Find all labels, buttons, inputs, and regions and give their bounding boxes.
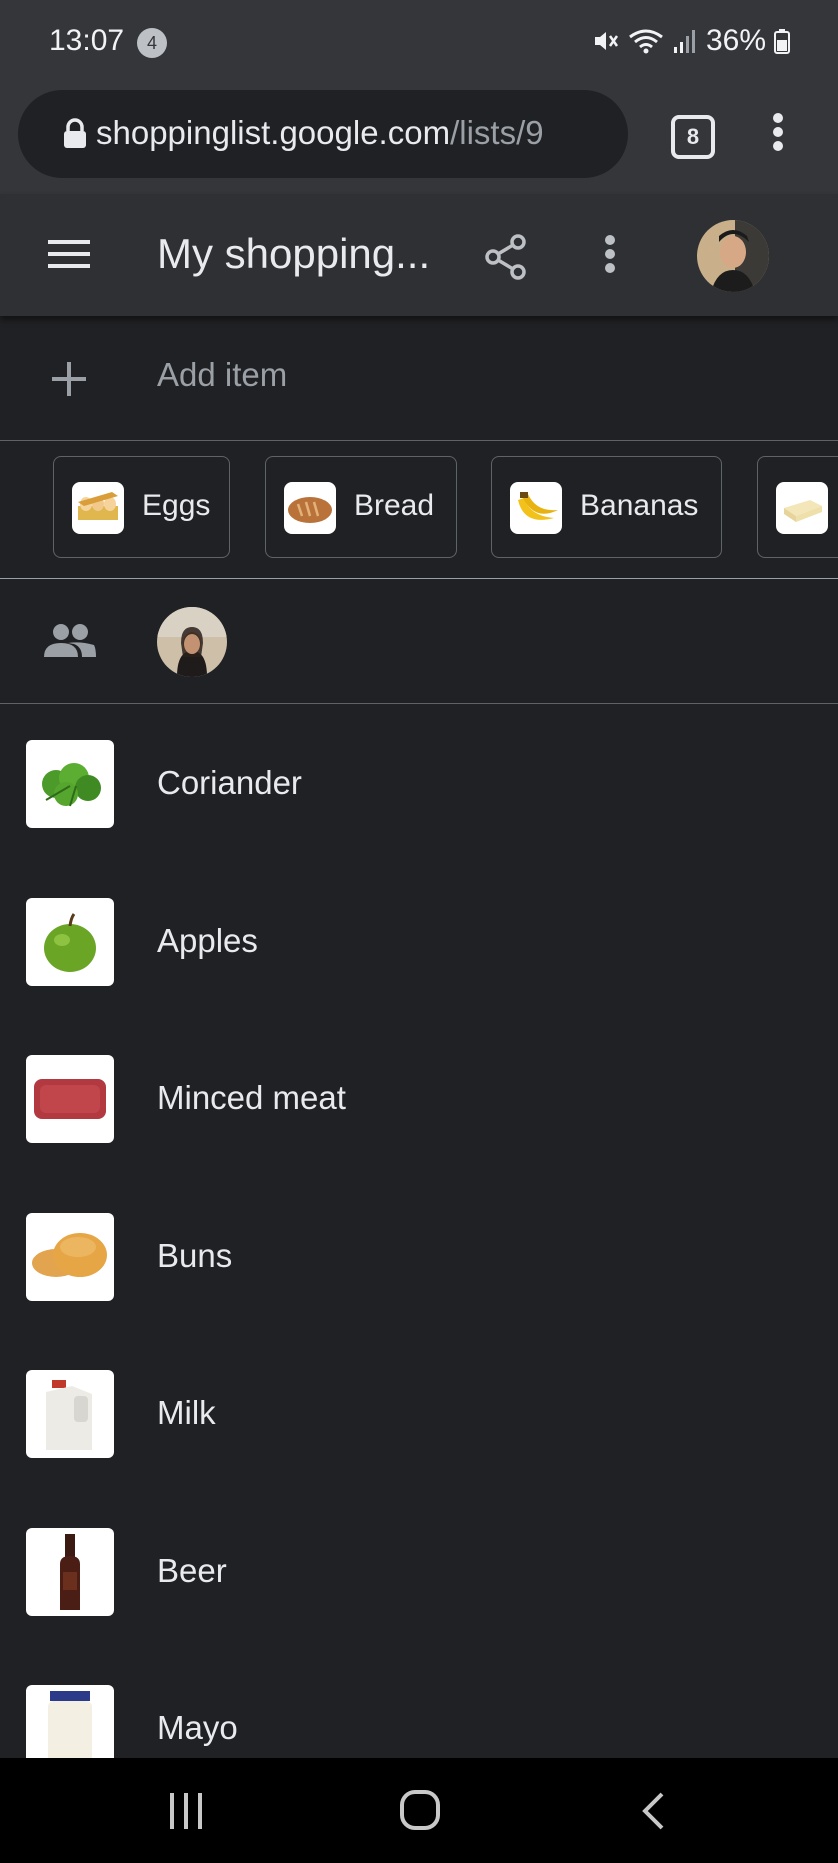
back-icon[interactable] (640, 1791, 666, 1831)
share-icon[interactable] (484, 234, 528, 280)
beer-image (26, 1527, 114, 1616)
account-avatar[interactable] (697, 220, 769, 292)
minced-meat-image (26, 1055, 114, 1143)
mute-icon (594, 32, 618, 50)
collaborator-avatar[interactable] (157, 607, 227, 677)
suggestion-chip-bananas[interactable]: Bananas (491, 456, 722, 558)
list-item[interactable]: Buns (0, 1177, 838, 1335)
status-bar: 13:07 4 36% (0, 0, 838, 86)
list-title: My shopping... (157, 230, 431, 277)
url-text[interactable]: shoppinglist.google.com/lists/9 (96, 114, 606, 152)
item-label: Buns (157, 1236, 233, 1274)
list-item[interactable]: Milk (0, 1334, 838, 1492)
item-label: Coriander (157, 764, 302, 801)
recent-apps-icon[interactable] (166, 1791, 206, 1831)
shopping-list: Coriander Apples Minced meat Buns Milk B… (0, 704, 838, 1758)
suggestion-chips: Eggs Bread Bananas (0, 441, 838, 579)
lock-icon (64, 118, 86, 148)
list-item[interactable]: Beer (0, 1492, 838, 1650)
status-time: 13:07 (49, 24, 125, 57)
butter-icon (776, 482, 828, 534)
app-bar: My shopping... (0, 194, 838, 316)
bread-icon (284, 482, 336, 534)
list-item[interactable]: Coriander (0, 704, 838, 862)
add-item-row[interactable]: Add item (0, 316, 838, 441)
address-bar[interactable]: shoppinglist.google.com/lists/9 (18, 90, 628, 178)
people-icon (44, 624, 96, 657)
tab-switcher-button[interactable]: 8 (671, 115, 715, 159)
home-icon[interactable] (399, 1789, 441, 1831)
mayo-image (26, 1685, 114, 1758)
notification-count-badge: 4 (137, 28, 167, 58)
battery-percent: 36% (705, 24, 766, 57)
url-path: /lists/9 (450, 114, 544, 151)
battery-icon (774, 29, 790, 54)
suggestion-label: Bananas (580, 489, 699, 522)
list-item[interactable]: Mayo (0, 1649, 838, 1758)
item-label: Milk (157, 1394, 216, 1431)
eggs-icon (72, 482, 124, 534)
bananas-icon (510, 482, 562, 534)
system-nav-bar (0, 1758, 838, 1863)
list-item[interactable]: Minced meat (0, 1019, 838, 1177)
suggestion-chip-eggs[interactable]: Eggs (53, 456, 230, 558)
item-label: Apples (157, 921, 258, 959)
item-label: Mayo (157, 1709, 238, 1746)
suggestion-chip-bread[interactable]: Bread (265, 456, 457, 558)
collaborators-row[interactable] (0, 579, 838, 704)
url-host: shoppinglist.google.com (96, 114, 451, 151)
status-icons: 36% (592, 24, 790, 58)
suggestion-label: Bread (354, 489, 435, 522)
list-item[interactable]: Apples (0, 862, 838, 1020)
milk-image (26, 1370, 114, 1458)
list-options-icon[interactable] (604, 234, 616, 274)
browser-menu-icon[interactable] (772, 112, 784, 152)
buns-image (26, 1212, 114, 1301)
add-item-input[interactable]: Add item (157, 356, 287, 394)
suggestion-label: Eggs (142, 489, 211, 522)
plus-icon (52, 362, 86, 396)
item-label: Minced meat (157, 1079, 346, 1116)
apple-image (26, 897, 114, 986)
item-label: Beer (157, 1551, 227, 1589)
coriander-image (26, 740, 114, 828)
browser-toolbar: shoppinglist.google.com/lists/9 8 (0, 86, 838, 194)
signal-icon (673, 30, 695, 53)
wifi-icon (629, 29, 663, 54)
hamburger-menu-icon[interactable] (48, 238, 92, 270)
suggestion-chip-butter[interactable] (757, 456, 838, 558)
